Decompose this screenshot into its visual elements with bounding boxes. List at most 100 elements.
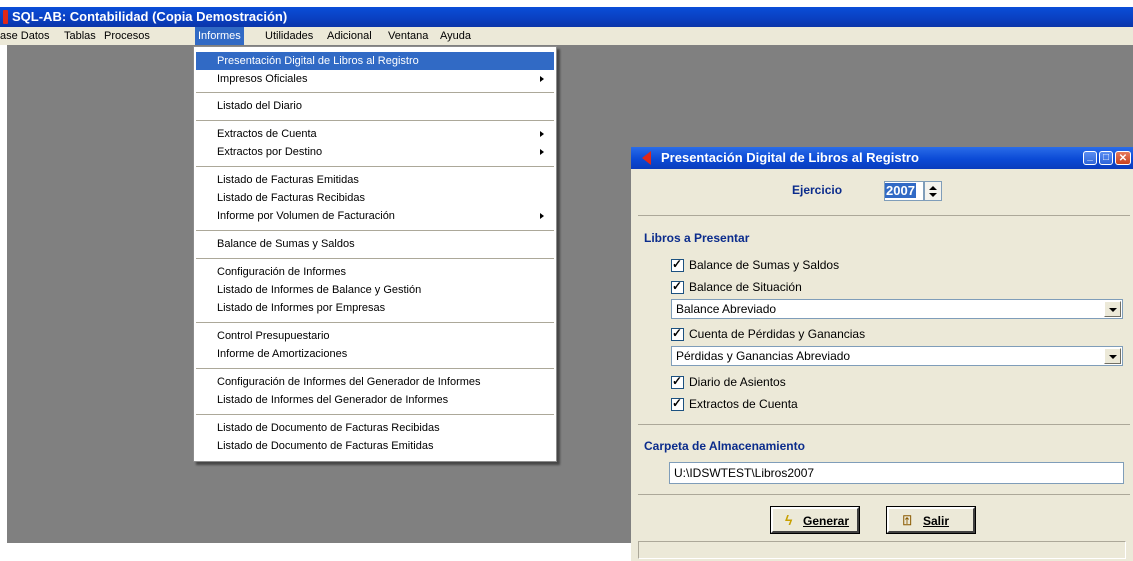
divider	[638, 494, 1130, 495]
menu-tablas[interactable]: Tablas	[64, 27, 96, 45]
libros-heading: Libros a Presentar	[644, 231, 750, 245]
menu-item-label: Balance de Sumas y Saldos	[217, 238, 355, 250]
checkmark-icon: ✓	[672, 326, 683, 340]
menu-item-volumen-facturacion[interactable]: Informe por Volumen de Facturación	[196, 207, 554, 225]
menu-item-label: Listado de Documento de Facturas Emitida…	[217, 440, 434, 452]
ejercicio-updown[interactable]	[924, 181, 942, 201]
chevron-down-icon	[1109, 308, 1117, 312]
menu-item-listado-diario[interactable]: Listado del Diario	[196, 97, 554, 115]
menu-item-label: Control Presupuestario	[217, 330, 330, 342]
menu-separator	[196, 120, 554, 121]
menu-item-facturas-emitidas[interactable]: Listado de Facturas Emitidas	[196, 171, 554, 189]
menu-item-label: Extractos por Destino	[217, 146, 323, 158]
menu-informes[interactable]: Informes	[195, 27, 244, 45]
checkbox-box[interactable]: ✓	[671, 279, 684, 294]
spin-down-icon[interactable]	[929, 193, 937, 197]
menu-item-configuracion-informes[interactable]: Configuración de Informes	[196, 263, 554, 281]
checkbox-box[interactable]: ✓	[671, 326, 684, 341]
menu-item-presentacion-digital[interactable]: Presentación Digital de Libros al Regist…	[196, 52, 554, 70]
presentacion-digital-dialog: Presentación Digital de Libros al Regist…	[631, 147, 1133, 561]
informes-menu: Presentación Digital de Libros al Regist…	[193, 46, 557, 462]
menu-item-label: Configuración de Informes del Generador …	[217, 376, 481, 388]
checkmark-icon: ✓	[672, 257, 683, 271]
generar-button[interactable]: ϟ Generar	[770, 506, 860, 534]
menu-item-doc-facturas-emitidas[interactable]: Listado de Documento de Facturas Emitida…	[196, 437, 554, 455]
checkbox-box[interactable]: ✓	[671, 374, 684, 389]
dropdown-button[interactable]	[1104, 348, 1121, 364]
pyg-select[interactable]: Pérdidas y Ganancias Abreviado	[671, 346, 1123, 366]
menu-utilidades[interactable]: Utilidades	[265, 27, 313, 45]
menu-item-label: Informe por Volumen de Facturación	[217, 210, 395, 222]
checkmark-icon: ✓	[672, 396, 683, 410]
checkbox-label: Balance de Situación	[689, 280, 802, 294]
menu-item-label: Listado de Facturas Recibidas	[217, 192, 365, 204]
door-exit-icon: ⍐	[903, 512, 912, 528]
close-icon: ✕	[1118, 153, 1128, 164]
menu-item-label: Listado de Documento de Facturas Recibid…	[217, 422, 440, 434]
dialog-body: Ejercicio 2007 Libros a Presentar ✓ Bala…	[634, 169, 1130, 561]
menu-item-label: Listado de Informes por Empresas	[217, 302, 386, 314]
menu-procesos[interactable]: Procesos	[104, 27, 150, 45]
menu-adicional[interactable]: Adicional	[327, 27, 372, 45]
menu-item-informes-por-empresas[interactable]: Listado de Informes por Empresas	[196, 299, 554, 317]
menu-item-impresos-oficiales[interactable]: Impresos Oficiales	[196, 70, 554, 88]
close-button[interactable]: ✕	[1115, 151, 1131, 165]
menu-base-datos[interactable]: ase Datos	[0, 27, 50, 45]
menu-item-control-presupuestario[interactable]: Control Presupuestario	[196, 327, 554, 345]
main-title-bar[interactable]: SQL-AB: Contabilidad (Copia Demostración…	[0, 7, 1133, 27]
ejercicio-spinner[interactable]: 2007	[884, 181, 950, 201]
lightning-icon: ϟ	[785, 512, 793, 528]
submenu-arrow-icon	[540, 149, 544, 155]
salir-button[interactable]: ⍐ Salir	[886, 506, 976, 534]
app-icon	[3, 10, 8, 24]
menu-ventana[interactable]: Ventana	[388, 27, 428, 45]
menu-separator	[196, 368, 554, 369]
salir-label: Salir	[923, 514, 950, 528]
menu-item-balance-sumas-saldos[interactable]: Balance de Sumas y Saldos	[196, 235, 554, 253]
menu-separator	[196, 166, 554, 167]
dropdown-button[interactable]	[1104, 301, 1121, 317]
maximize-button[interactable]: □	[1099, 151, 1113, 165]
menu-item-extractos-destino[interactable]: Extractos por Destino	[196, 143, 554, 161]
main-window-title: SQL-AB: Contabilidad (Copia Demostración…	[12, 9, 288, 24]
balance-situacion-select[interactable]: Balance Abreviado	[671, 299, 1123, 319]
ejercicio-value: 2007	[885, 183, 916, 198]
spin-up-icon[interactable]	[929, 186, 937, 190]
menu-item-label: Listado del Diario	[217, 100, 302, 112]
menu-item-label: Configuración de Informes	[217, 266, 347, 278]
menu-item-listado-generador[interactable]: Listado de Informes del Generador de Inf…	[196, 391, 554, 409]
menu-separator	[196, 92, 554, 93]
minimize-icon: _	[1087, 151, 1093, 162]
submenu-arrow-icon	[540, 76, 544, 82]
checkbox-label: Balance de Sumas y Saldos	[689, 258, 840, 272]
menu-item-label: Informe de Amortizaciones	[217, 348, 348, 360]
menu-separator	[196, 230, 554, 231]
menu-ayuda[interactable]: Ayuda	[440, 27, 471, 45]
menu-item-extractos-cuenta[interactable]: Extractos de Cuenta	[196, 125, 554, 143]
divider	[638, 424, 1130, 425]
minimize-button[interactable]: _	[1083, 151, 1097, 165]
status-bar	[638, 541, 1126, 559]
menu-item-label: Listado de Informes de Balance y Gestión	[217, 284, 422, 296]
divider	[638, 215, 1130, 216]
carpeta-input[interactable]: U:\IDSWTEST\Libros2007	[669, 462, 1124, 484]
main-window: SQL-AB: Contabilidad (Copia Demostración…	[0, 0, 1133, 561]
menu-item-informes-balance-gestion[interactable]: Listado de Informes de Balance y Gestión	[196, 281, 554, 299]
menu-separator	[196, 258, 554, 259]
menu-item-amortizaciones[interactable]: Informe de Amortizaciones	[196, 345, 554, 363]
checkbox-box[interactable]: ✓	[671, 396, 684, 411]
checkbox-box[interactable]: ✓	[671, 257, 684, 272]
dialog-title-bar[interactable]: Presentación Digital de Libros al Regist…	[631, 147, 1133, 169]
menu-item-facturas-recibidas[interactable]: Listado de Facturas Recibidas	[196, 189, 554, 207]
app-icon	[642, 151, 651, 165]
menu-item-doc-facturas-recibidas[interactable]: Listado de Documento de Facturas Recibid…	[196, 419, 554, 437]
menu-separator	[196, 414, 554, 415]
menu-bar: ase Datos Tablas Procesos Informes Utili…	[0, 27, 1133, 45]
chevron-down-icon	[1109, 355, 1117, 359]
select-value: Pérdidas y Ganancias Abreviado	[676, 349, 851, 363]
menu-item-label: Impresos Oficiales	[217, 73, 308, 85]
menu-item-config-generador[interactable]: Configuración de Informes del Generador …	[196, 373, 554, 391]
menu-item-label: Presentación Digital de Libros al Regist…	[217, 55, 419, 67]
ejercicio-input[interactable]: 2007	[884, 181, 924, 201]
checkmark-icon: ✓	[672, 374, 683, 388]
